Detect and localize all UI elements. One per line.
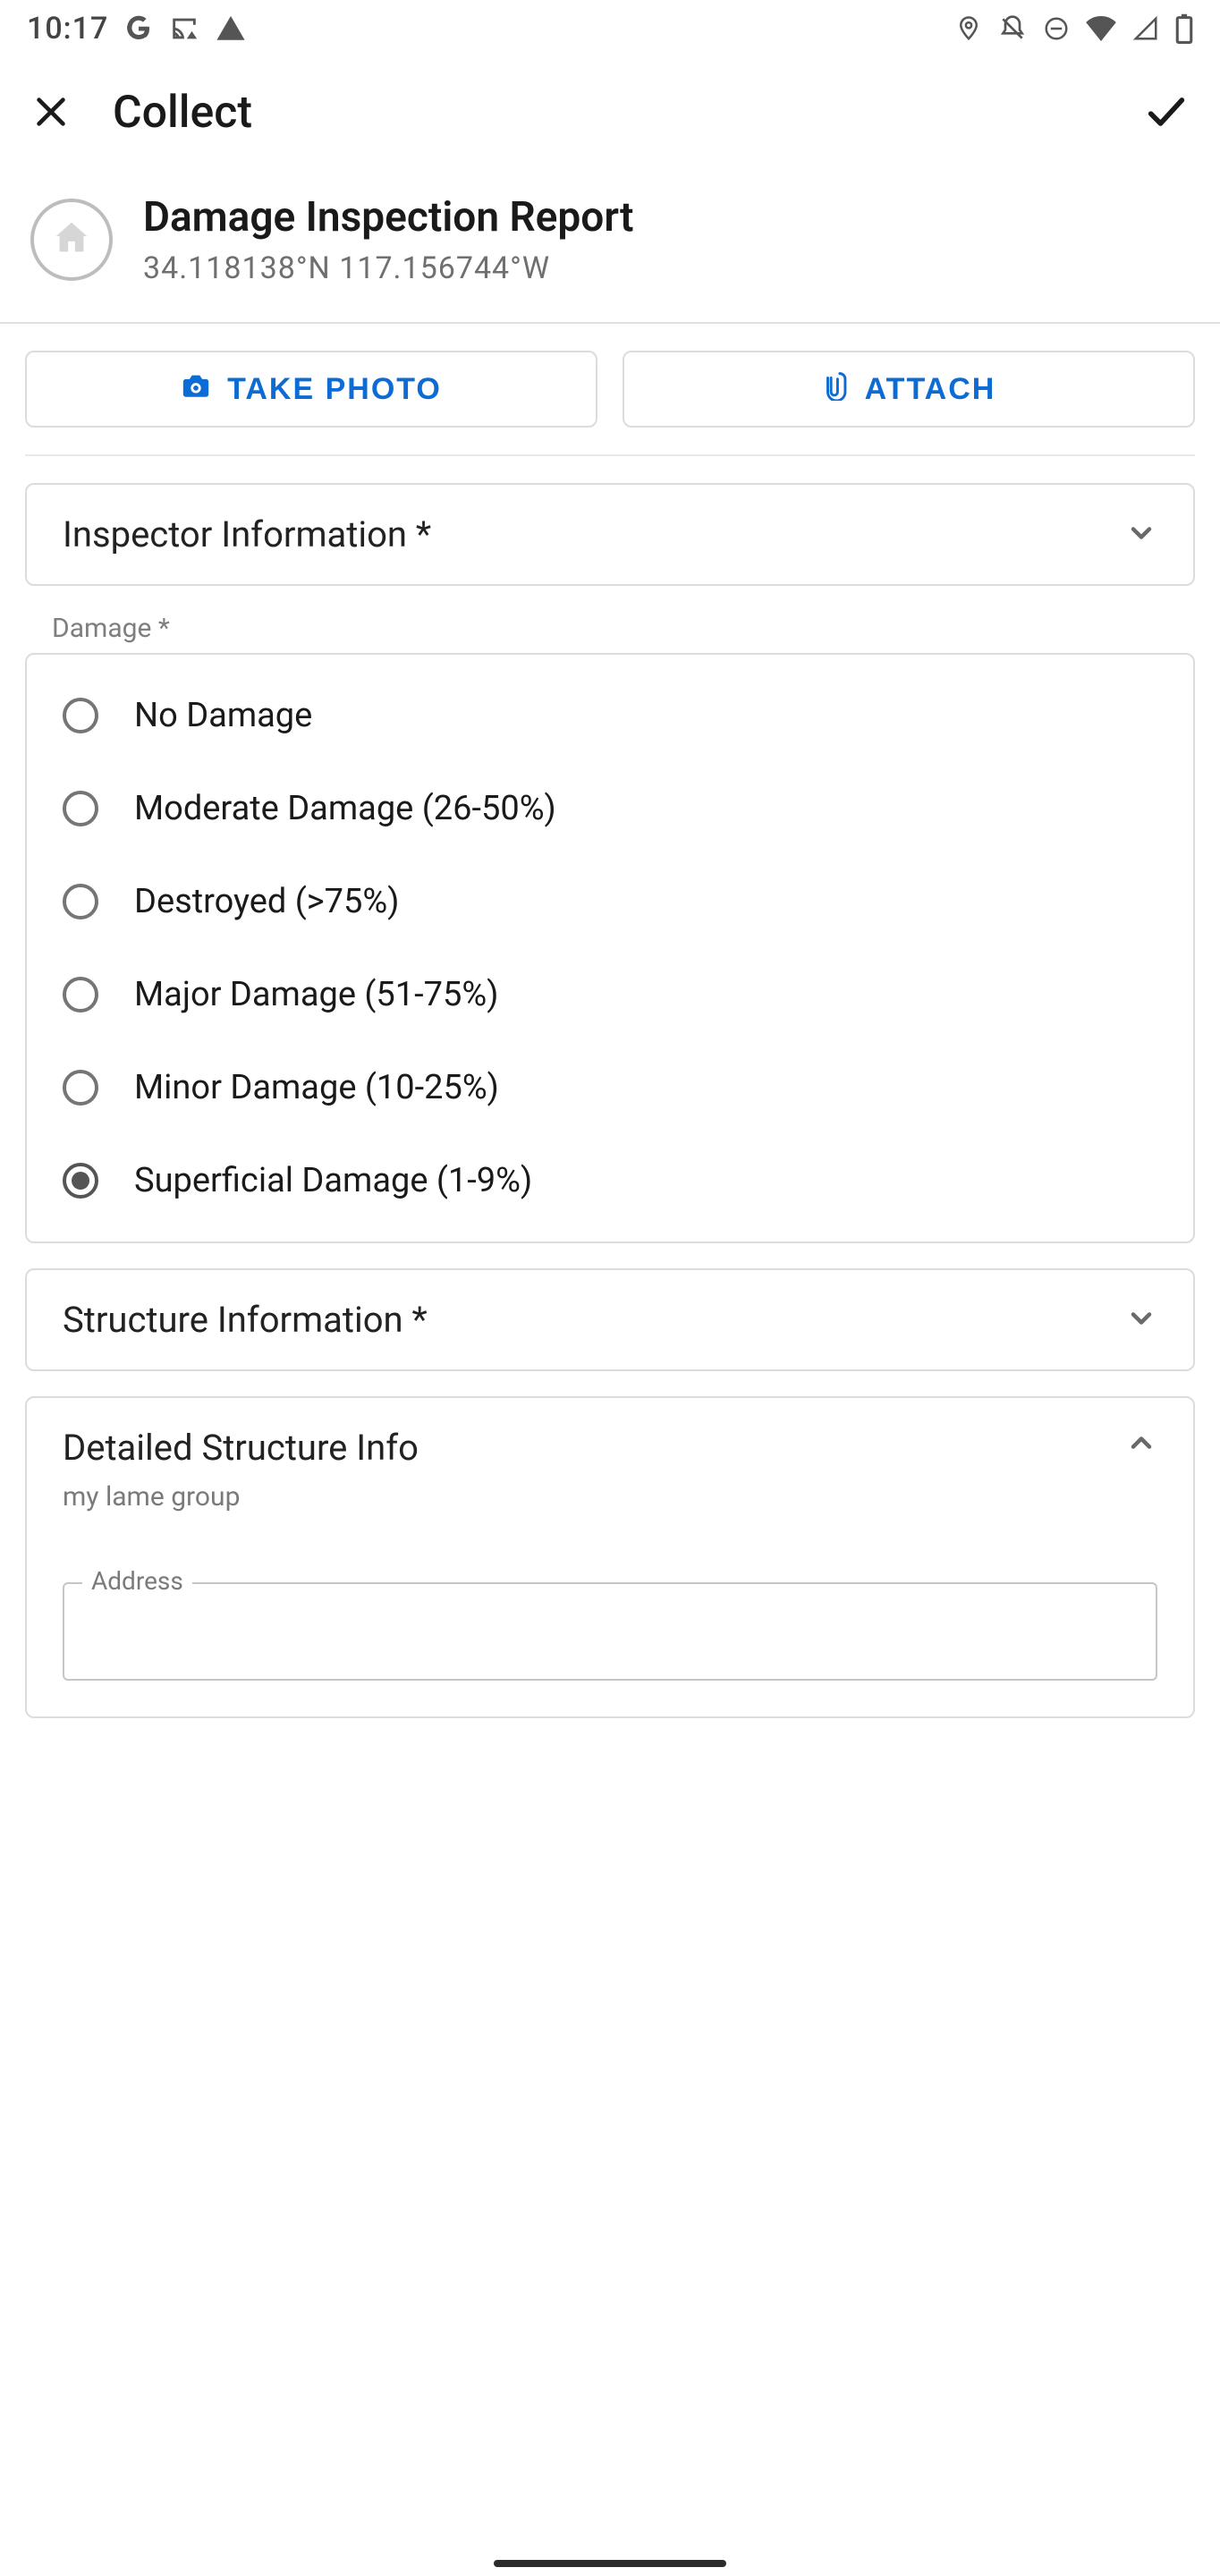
google-icon: [124, 14, 153, 43]
battery-icon: [1175, 13, 1193, 44]
status-bar: 10:17: [0, 0, 1220, 57]
address-field[interactable]: Address: [63, 1582, 1157, 1681]
damage-option-label: Superficial Damage (1-9%): [134, 1161, 532, 1200]
detailed-structure-body: Address: [27, 1582, 1193, 1716]
wifi-icon: [1086, 16, 1116, 41]
close-button[interactable]: [30, 91, 72, 135]
camera-icon: [181, 370, 211, 409]
app-bar-title: Collect: [113, 87, 1143, 139]
detailed-structure-title: Detailed Structure Info: [63, 1427, 419, 1469]
damage-option-destroyed[interactable]: Destroyed (>75%): [27, 855, 1193, 948]
home-icon: [51, 217, 92, 262]
damage-option-label: Major Damage (51-75%): [134, 975, 498, 1014]
status-right: [955, 13, 1193, 44]
attach-label: ATTACH: [865, 372, 996, 407]
structure-info-card: Structure Information *: [25, 1268, 1195, 1371]
damage-option-major[interactable]: Major Damage (51-75%): [27, 948, 1193, 1041]
structure-info-title: Structure Information *: [63, 1299, 428, 1341]
damage-option-label: Minor Damage (10-25%): [134, 1068, 499, 1107]
attach-button[interactable]: ATTACH: [623, 351, 1195, 428]
radio-icon: [63, 791, 98, 826]
location-icon: [955, 15, 982, 42]
detailed-structure-header[interactable]: Detailed Structure Info my lame group: [27, 1398, 1193, 1541]
inspector-info-title: Inspector Information *: [63, 513, 431, 555]
address-label: Address: [82, 1566, 192, 1596]
detailed-structure-subtitle: my lame group: [63, 1481, 419, 1513]
status-time: 10:17: [27, 11, 108, 47]
damage-option-label: No Damage: [134, 696, 312, 735]
inspector-info-card: Inspector Information *: [25, 483, 1195, 586]
damage-radio-group: No Damage Moderate Damage (26-50%) Destr…: [27, 655, 1193, 1241]
check-icon: [1143, 89, 1190, 138]
action-row: TAKE PHOTO ATTACH: [0, 324, 1220, 454]
document-header: Damage Inspection Report 34.118138°N 117…: [0, 168, 1220, 322]
dnd-icon: [1043, 15, 1070, 42]
close-icon: [30, 91, 72, 135]
paperclip-icon: [822, 370, 849, 409]
submit-button[interactable]: [1143, 89, 1190, 138]
damage-card: No Damage Moderate Damage (26-50%) Destr…: [25, 653, 1195, 1243]
radio-icon: [63, 1070, 98, 1106]
damage-option-label: Destroyed (>75%): [134, 882, 399, 921]
document-coordinates: 34.118138°N 117.156744°W: [143, 250, 633, 286]
gesture-bar: [494, 2560, 726, 2567]
damage-group-label: Damage *: [52, 613, 1195, 644]
damage-option-moderate[interactable]: Moderate Damage (26-50%): [27, 762, 1193, 855]
signal-icon: [1132, 15, 1159, 42]
mute-icon: [998, 14, 1027, 43]
warning-icon: [216, 13, 246, 44]
radio-icon: [63, 977, 98, 1013]
chevron-up-icon: [1125, 1427, 1157, 1462]
chevron-down-icon: [1125, 1302, 1157, 1338]
cast-icon: [169, 13, 199, 44]
structure-info-header[interactable]: Structure Information *: [27, 1270, 1193, 1369]
radio-icon: [63, 698, 98, 733]
radio-icon: [63, 1163, 98, 1199]
take-photo-button[interactable]: TAKE PHOTO: [25, 351, 597, 428]
radio-icon: [63, 884, 98, 919]
damage-option-label: Moderate Damage (26-50%): [134, 789, 556, 828]
document-meta: Damage Inspection Report 34.118138°N 117…: [143, 193, 633, 286]
chevron-down-icon: [1125, 517, 1157, 553]
document-title: Damage Inspection Report: [143, 193, 633, 242]
damage-option-superficial[interactable]: Superficial Damage (1-9%): [27, 1134, 1193, 1227]
detailed-structure-card: Detailed Structure Info my lame group Ad…: [25, 1396, 1195, 1718]
inspector-info-header[interactable]: Inspector Information *: [27, 485, 1193, 584]
status-left: 10:17: [27, 11, 246, 47]
document-thumbnail: [30, 199, 113, 281]
damage-option-no-damage[interactable]: No Damage: [27, 669, 1193, 762]
take-photo-label: TAKE PHOTO: [227, 372, 442, 407]
detailed-structure-header-text: Detailed Structure Info my lame group: [63, 1427, 419, 1513]
app-bar: Collect: [0, 57, 1220, 168]
damage-option-minor[interactable]: Minor Damage (10-25%): [27, 1041, 1193, 1134]
address-input[interactable]: [63, 1582, 1157, 1681]
